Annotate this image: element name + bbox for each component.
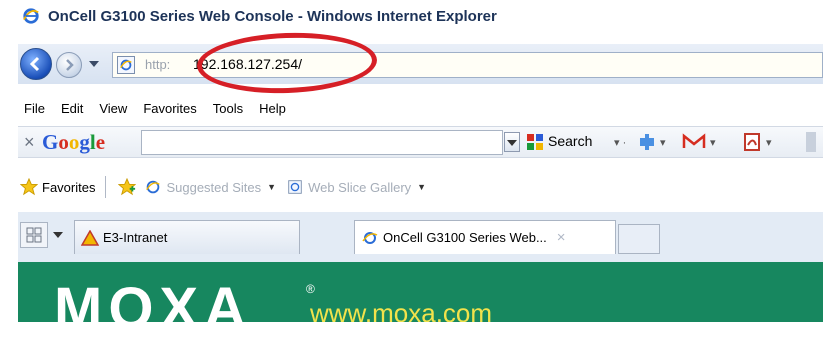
menu-item-file[interactable]: File bbox=[18, 101, 51, 116]
page-icon bbox=[117, 56, 135, 74]
pdf-icon[interactable] bbox=[742, 132, 764, 152]
url-protocol: http: bbox=[145, 57, 171, 72]
google-search-icon[interactable] bbox=[526, 133, 544, 151]
warning-triangle-icon bbox=[81, 229, 99, 246]
new-tab-button[interactable] bbox=[618, 224, 660, 254]
tab-label: OnCell G3100 Series Web... bbox=[383, 230, 547, 245]
tab-bar: E3-Intranet OnCell G3100 Series Web... × bbox=[18, 212, 823, 262]
menu-bar: File Edit View Favorites Tools Help bbox=[18, 98, 296, 118]
navigation-bar: http: 192.168.127.254/ bbox=[18, 44, 823, 84]
chevron-down-icon bbox=[507, 140, 517, 146]
add-to-favorites-icon[interactable] bbox=[118, 178, 137, 196]
chevron-down-icon bbox=[89, 61, 99, 67]
google-toolbar: × Google Search ▾ · ▾ ▾ ▾ bbox=[18, 126, 823, 158]
menu-item-help[interactable]: Help bbox=[253, 101, 292, 116]
back-arrow-icon bbox=[29, 56, 40, 72]
close-toolbar-icon[interactable]: × bbox=[24, 132, 35, 153]
close-tab-icon[interactable]: × bbox=[557, 229, 566, 246]
favorites-bar: Favorites Suggested Sites ▼ Web Slice Ga… bbox=[18, 172, 434, 202]
web-slice-icon bbox=[288, 180, 302, 194]
window-title: OnCell G3100 Series Web Console - Window… bbox=[48, 7, 497, 25]
ie-logo-icon bbox=[23, 8, 39, 24]
caret-icon[interactable]: ▾ bbox=[766, 132, 772, 152]
moxa-website-link[interactable]: www.moxa.com bbox=[310, 298, 492, 322]
page-content: MOXA ® www.moxa.com bbox=[18, 262, 823, 322]
title-bar: OnCell G3100 Series Web Console - Window… bbox=[18, 4, 818, 28]
favorites-button[interactable]: Favorites bbox=[42, 180, 95, 195]
registered-mark: ® bbox=[306, 282, 315, 296]
grid-icon bbox=[26, 227, 42, 243]
chevron-down-icon[interactable]: ▼ bbox=[267, 182, 276, 192]
chevron-down-icon[interactable]: ▼ bbox=[417, 182, 426, 192]
caret-icon[interactable]: ▾ bbox=[660, 132, 666, 152]
caret-icon[interactable]: ▾ bbox=[710, 132, 716, 152]
tab-oncell-console[interactable]: OnCell G3100 Series Web... × bbox=[354, 220, 616, 254]
web-slice-gallery-link[interactable]: Web Slice Gallery bbox=[308, 180, 411, 195]
toolbar-overflow[interactable] bbox=[806, 132, 816, 152]
gmail-icon[interactable] bbox=[682, 132, 706, 152]
favorites-star-icon[interactable] bbox=[20, 178, 38, 196]
forward-button[interactable] bbox=[56, 52, 82, 78]
moxa-logo: MOXA bbox=[54, 276, 252, 323]
google-search-input[interactable] bbox=[141, 130, 503, 155]
history-dropdown[interactable] bbox=[88, 58, 100, 70]
google-logo: Google bbox=[42, 130, 106, 154]
separator bbox=[105, 176, 107, 198]
quick-tabs-button[interactable] bbox=[20, 222, 48, 248]
caret-icon[interactable]: ▾ · bbox=[614, 132, 626, 152]
tab-list-dropdown[interactable] bbox=[52, 228, 64, 242]
menu-item-favorites[interactable]: Favorites bbox=[137, 101, 202, 116]
chevron-down-icon bbox=[53, 232, 63, 238]
forward-arrow-icon bbox=[66, 59, 74, 71]
ie-page-icon bbox=[146, 180, 161, 194]
search-button-label[interactable]: Search bbox=[548, 133, 592, 149]
puzzle-icon[interactable] bbox=[636, 132, 658, 152]
back-button[interactable] bbox=[20, 48, 52, 80]
ie-page-icon bbox=[362, 231, 378, 244]
address-input[interactable]: http: 192.168.127.254/ bbox=[112, 52, 823, 78]
menu-item-tools[interactable]: Tools bbox=[207, 101, 249, 116]
menu-item-edit[interactable]: Edit bbox=[55, 101, 89, 116]
suggested-sites-link[interactable]: Suggested Sites bbox=[166, 180, 261, 195]
url-text: 192.168.127.254/ bbox=[193, 56, 302, 72]
tab-label: E3-Intranet bbox=[103, 230, 168, 245]
tab-e3-intranet[interactable]: E3-Intranet bbox=[74, 220, 300, 254]
menu-item-view[interactable]: View bbox=[93, 101, 133, 116]
search-dropdown-button[interactable] bbox=[504, 132, 520, 152]
